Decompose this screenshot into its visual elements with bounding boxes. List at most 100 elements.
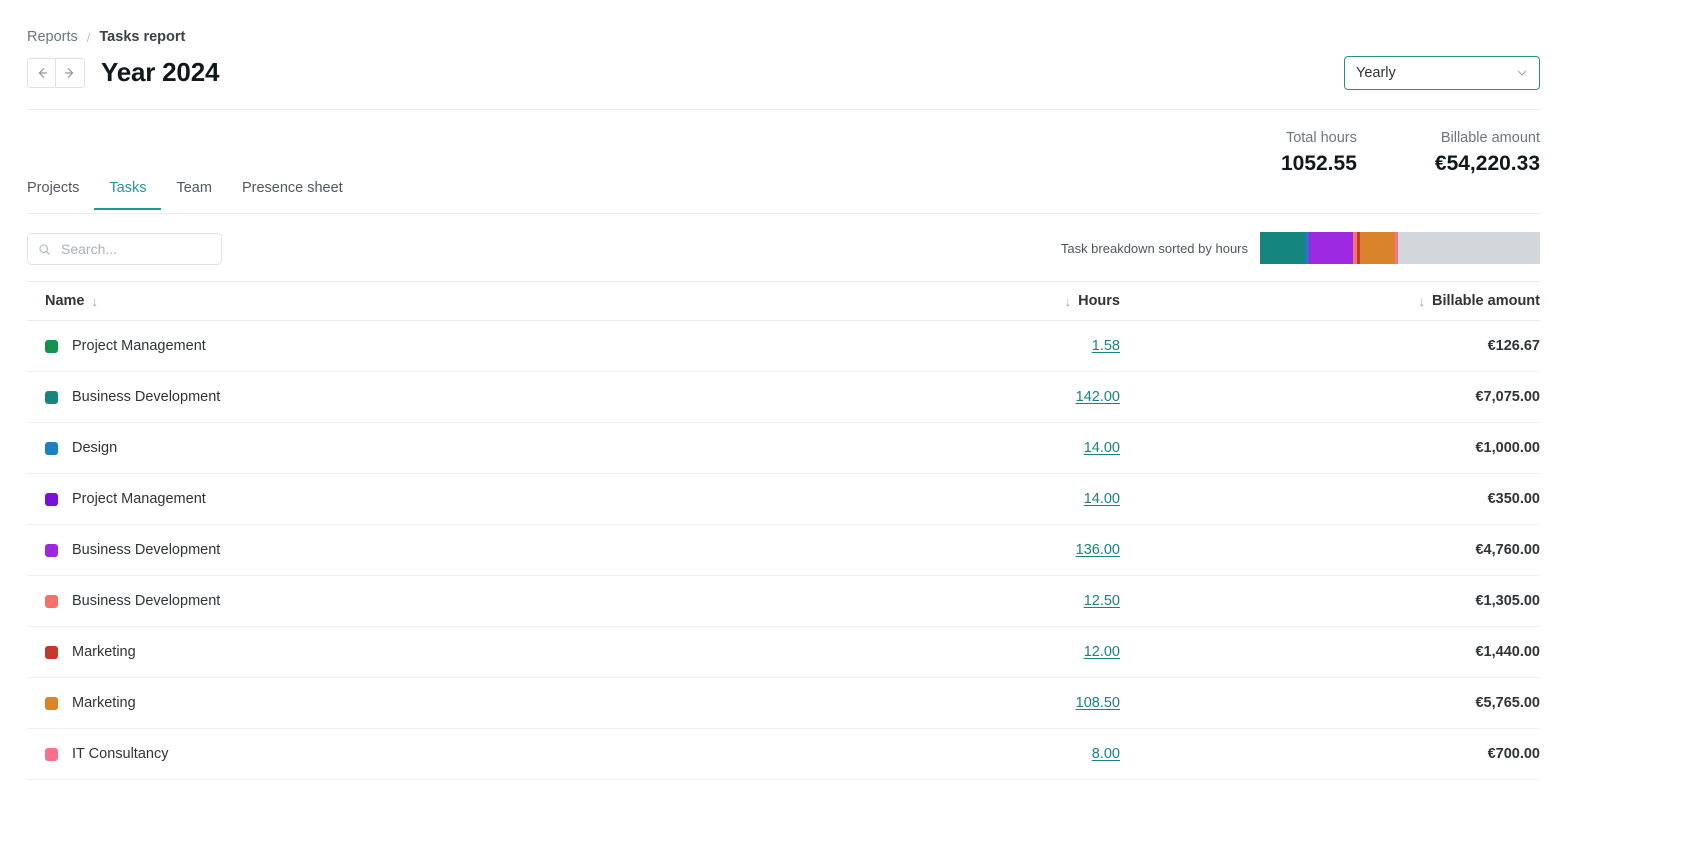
task-breakdown-bar[interactable] — [1260, 232, 1540, 264]
cell-billable-amount: €700.00 — [1487, 746, 1540, 762]
hours-link[interactable]: 136.00 — [1076, 542, 1120, 558]
tab-team[interactable]: Team — [161, 180, 226, 210]
cell-name: Business Development — [27, 593, 790, 609]
table-row[interactable]: Design 14.00 €1,000.00 — [27, 423, 1540, 474]
stat-billable-amount: Billable amount €54,220.33 — [1435, 128, 1540, 178]
hours-link[interactable]: 14.00 — [1084, 440, 1120, 456]
task-breakdown: Task breakdown sorted by hours — [1061, 232, 1540, 264]
cell-name-label: Business Development — [72, 542, 221, 558]
period-select[interactable]: Yearly — [1344, 56, 1540, 90]
cell-billable-amount: €1,000.00 — [1475, 440, 1540, 456]
color-swatch-icon — [45, 339, 58, 353]
table-row[interactable]: Business Development 136.00 €4,760.00 — [27, 525, 1540, 576]
period-nav-group — [27, 57, 85, 88]
column-header-name-label: Name — [45, 293, 85, 309]
table-row[interactable]: Project Management 14.00 €350.00 — [27, 474, 1540, 525]
cell-name: Business Development — [27, 389, 790, 405]
column-header-billable-amount[interactable]: ↓ Billable amount — [1120, 293, 1540, 309]
cell-hours: 14.00 — [790, 491, 1120, 507]
hours-link[interactable]: 108.50 — [1076, 695, 1120, 711]
cell-name-label: Marketing — [72, 695, 136, 711]
cell-name-label: IT Consultancy — [72, 746, 169, 762]
hours-link[interactable]: 8.00 — [1092, 746, 1120, 762]
hours-link[interactable]: 142.00 — [1076, 389, 1120, 405]
sort-arrow-icon: ↓ — [1064, 293, 1072, 309]
cell-name-label: Business Development — [72, 593, 221, 609]
breadcrumb-reports-link[interactable]: Reports — [27, 29, 78, 45]
stat-total-hours-label: Total hours — [1285, 130, 1357, 146]
breadcrumb-current: Tasks report — [99, 29, 186, 45]
breakdown-segment-2[interactable] — [1309, 232, 1353, 264]
cell-hours: 14.00 — [790, 440, 1120, 456]
stat-billable-amount-label: Billable amount — [1440, 130, 1540, 146]
task-breakdown-label: Task breakdown sorted by hours — [1060, 240, 1248, 256]
tab-presence-sheet[interactable]: Presence sheet — [227, 180, 358, 210]
tasks-report-page: Reports / Tasks report Year 2024 Yearly … — [0, 0, 1686, 844]
cell-billable-amount: €126.67 — [1487, 338, 1540, 354]
cell-name: Design — [27, 440, 790, 456]
search-icon — [39, 243, 50, 255]
hours-link[interactable]: 12.00 — [1084, 644, 1120, 660]
cell-name: Business Development — [27, 542, 790, 558]
cell-name-label: Project Management — [72, 491, 206, 507]
chevron-down-icon — [1518, 70, 1526, 76]
tasks-table-header: Name ↓ ↓ Hours ↓ Billable amount — [27, 281, 1540, 321]
period-select-value: Yearly — [1356, 65, 1396, 81]
cell-billable-amount: €1,440.00 — [1475, 644, 1540, 660]
column-header-billable-amount-label: Billable amount — [1432, 293, 1540, 309]
cell-billable-amount: €4,760.00 — [1475, 542, 1540, 558]
cell-name: IT Consultancy — [27, 746, 790, 762]
color-swatch-icon — [45, 441, 58, 455]
cell-hours: 1.58 — [790, 338, 1120, 354]
cell-hours: 142.00 — [790, 389, 1120, 405]
breakdown-segment-6[interactable] — [1395, 232, 1398, 264]
cell-billable-amount: €350.00 — [1487, 491, 1540, 507]
cell-billable-amount: €1,305.00 — [1475, 593, 1540, 609]
cell-name: Project Management — [27, 338, 790, 354]
hours-link[interactable]: 14.00 — [1084, 491, 1120, 507]
search-box[interactable] — [27, 233, 222, 265]
table-row[interactable]: Marketing 12.00 €1,440.00 — [27, 627, 1540, 678]
cell-name: Project Management — [27, 491, 790, 507]
report-tabs: Projects Tasks Team Presence sheet — [27, 180, 358, 210]
table-row[interactable]: Project Management 1.58 €126.67 — [27, 321, 1540, 372]
tasks-table-body: Project Management 1.58 €126.67 Business De… — [27, 321, 1540, 780]
cell-hours: 136.00 — [790, 542, 1120, 558]
title-row: Year 2024 — [27, 57, 219, 88]
page-title: Year 2024 — [101, 57, 220, 87]
sort-arrow-icon: ↓ — [1418, 293, 1426, 309]
color-swatch-icon — [45, 645, 58, 659]
tasks-table: Name ↓ ↓ Hours ↓ Billable amount Project… — [27, 281, 1540, 780]
breakdown-segment-5[interactable] — [1360, 232, 1396, 264]
summary-stats: Total hours 1052.55 Billable amount €54,… — [1281, 128, 1540, 178]
color-swatch-icon — [45, 492, 58, 506]
sort-arrow-icon: ↓ — [91, 293, 99, 309]
tab-tasks[interactable]: Tasks — [94, 180, 162, 210]
stat-total-hours-value: 1052.55 — [1280, 152, 1357, 175]
arrow-right-icon[interactable] — [56, 57, 85, 88]
cell-name-label: Marketing — [72, 644, 136, 660]
table-row[interactable]: Marketing 108.50 €5,765.00 — [27, 678, 1540, 729]
search-input[interactable] — [59, 240, 211, 258]
cell-name-label: Design — [72, 440, 118, 456]
column-header-name[interactable]: Name ↓ — [27, 293, 790, 309]
color-swatch-icon — [45, 390, 58, 404]
hours-link[interactable]: 12.50 — [1084, 593, 1120, 609]
table-row[interactable]: Business Development 12.50 €1,305.00 — [27, 576, 1540, 627]
color-swatch-icon — [45, 543, 58, 557]
table-row[interactable]: Business Development 142.00 €7,075.00 — [27, 372, 1540, 423]
column-header-hours[interactable]: ↓ Hours — [790, 293, 1120, 309]
breakdown-segment-0[interactable] — [1260, 232, 1306, 264]
cell-billable-amount: €7,075.00 — [1475, 389, 1540, 405]
stat-total-hours: Total hours 1052.55 — [1281, 128, 1357, 178]
color-swatch-icon — [45, 696, 58, 710]
tabs-divider — [27, 213, 1540, 214]
header-divider — [27, 109, 1540, 110]
cell-name-label: Business Development — [72, 389, 221, 405]
cell-hours: 108.50 — [790, 695, 1120, 711]
tab-projects[interactable]: Projects — [27, 180, 94, 210]
table-row[interactable]: IT Consultancy 8.00 €700.00 — [27, 729, 1540, 780]
stat-billable-amount-value: €54,220.33 — [1434, 152, 1540, 175]
hours-link[interactable]: 1.58 — [1092, 338, 1120, 354]
arrow-left-icon[interactable] — [27, 57, 56, 88]
